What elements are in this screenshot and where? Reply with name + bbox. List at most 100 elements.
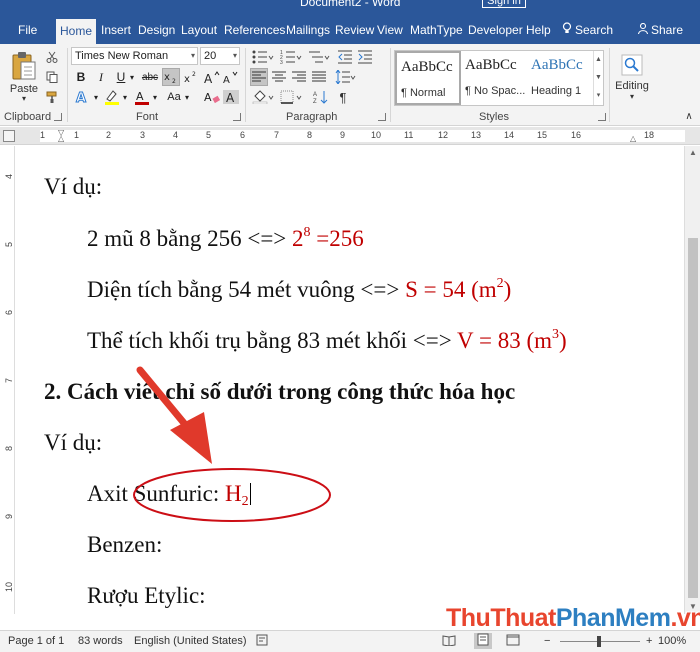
tab-design[interactable]: Design	[138, 19, 175, 44]
subscript-button[interactable]: x2	[162, 68, 180, 86]
tab-file[interactable]: File	[18, 19, 37, 44]
font-size-combo[interactable]: 20 ▾	[200, 47, 240, 65]
zoom-level[interactable]: 100%	[658, 635, 686, 647]
align-center-button[interactable]	[270, 68, 288, 86]
sort-button[interactable]: AZ	[312, 88, 330, 106]
format-painter-button[interactable]	[44, 89, 60, 105]
scroll-thumb[interactable]	[688, 238, 698, 598]
heading-text: 2. Cách viết chỉ số dưới trong công thức…	[44, 379, 516, 404]
justify-button[interactable]	[310, 68, 328, 86]
subscript-icon: x2	[164, 72, 176, 83]
tab-references[interactable]: References	[224, 19, 285, 44]
hanging-indent-marker[interactable]: △	[58, 134, 64, 143]
ruler-number: 6	[240, 130, 246, 140]
copy-button[interactable]	[44, 69, 60, 85]
font-launcher-icon[interactable]	[233, 113, 241, 121]
tab-layout[interactable]: Layout	[181, 19, 217, 44]
highlight-button[interactable]	[102, 88, 122, 106]
font-color-button[interactable]: A	[132, 88, 152, 106]
multilevel-list-button[interactable]	[306, 48, 332, 66]
right-indent-marker[interactable]: △	[630, 134, 636, 143]
page-count[interactable]: Page 1 of 1	[8, 635, 64, 647]
shading-button[interactable]	[250, 88, 276, 106]
document-page[interactable]: Ví dụ: 2 mũ 8 bằng 256 <=> 28 =256 Diện …	[16, 146, 684, 614]
word-count[interactable]: 83 words	[78, 635, 123, 647]
title-bar: Document2 - Word Sign in	[0, 0, 700, 14]
vertical-ruler[interactable]: 4 5 6 7 8 9 10	[3, 146, 15, 614]
zoom-slider-thumb[interactable]	[597, 636, 601, 647]
superscript-example: V = 83 (m3)	[457, 328, 567, 354]
horizontal-ruler[interactable]: ▽ △ 1 1 2 3 4 5 6 7 8 9 10 11 12 13 14 1…	[40, 128, 685, 143]
paragraph-text: Ví dụ:	[44, 430, 103, 455]
tab-home[interactable]: Home	[56, 19, 97, 44]
superscript-example: S = 54 (m2)	[405, 277, 512, 303]
font-color-icon: A	[135, 90, 149, 105]
paragraph-launcher-icon[interactable]	[378, 113, 386, 121]
chevron-down-icon[interactable]: ▾	[92, 88, 100, 106]
chevron-down-icon[interactable]: ▼	[594, 69, 603, 87]
italic-button[interactable]: I	[92, 68, 110, 86]
borders-button[interactable]	[278, 88, 304, 106]
red-text: H	[225, 481, 242, 506]
superscript-button[interactable]: x2	[182, 68, 200, 86]
collapse-ribbon-button[interactable]: ∧	[682, 110, 696, 122]
print-layout-icon[interactable]	[474, 633, 492, 649]
bullets-button[interactable]	[250, 48, 276, 66]
align-left-button[interactable]	[250, 68, 268, 86]
tell-me-search[interactable]: Search	[562, 19, 613, 44]
style-no-spacing[interactable]: AaBbCc ¶ No Spac...	[461, 51, 527, 105]
bold-glyph: B	[76, 70, 86, 84]
scroll-up-icon[interactable]: ▲	[689, 148, 697, 157]
clipboard-launcher-icon[interactable]	[54, 113, 62, 121]
more-styles-icon[interactable]: ▾	[594, 87, 603, 105]
zoom-in-icon[interactable]: +	[646, 635, 652, 647]
read-mode-icon[interactable]	[442, 634, 456, 649]
paintbrush-icon	[46, 91, 56, 103]
strikethrough-button[interactable]: abc	[139, 68, 161, 86]
bold-button[interactable]: B	[72, 68, 90, 86]
zoom-out-icon[interactable]: −	[544, 635, 550, 647]
ruler-number: 12	[438, 130, 449, 140]
tab-help[interactable]: Help	[526, 19, 551, 44]
style-normal[interactable]: AaBbCc ¶ Normal	[395, 51, 461, 105]
chevron-down-icon[interactable]: ▾	[183, 88, 191, 106]
tab-insert[interactable]: Insert	[101, 19, 131, 44]
chevron-down-icon[interactable]: ▾	[151, 88, 159, 106]
styles-launcher-icon[interactable]	[598, 113, 606, 121]
chevron-down-icon[interactable]: ▾	[128, 68, 136, 86]
style-heading-1[interactable]: AaBbCc Heading 1	[527, 51, 593, 105]
styles-scroll[interactable]: ▲ ▼ ▾	[593, 51, 603, 105]
sign-in-button[interactable]: Sign in	[482, 0, 526, 8]
align-right-button[interactable]	[290, 68, 308, 86]
red-text: )	[503, 277, 512, 302]
clear-formatting-button[interactable]: A	[203, 88, 221, 106]
tab-review[interactable]: Review	[335, 19, 374, 44]
cut-button[interactable]	[44, 49, 60, 65]
share-button[interactable]: Share	[637, 19, 683, 44]
character-shading-button[interactable]: A	[222, 88, 240, 106]
tab-view[interactable]: View	[377, 19, 403, 44]
tab-mathtype[interactable]: MathType	[410, 19, 463, 44]
grow-font-button[interactable]: A	[203, 68, 221, 86]
line-spacing-button[interactable]	[332, 68, 358, 86]
shrink-font-button[interactable]: A	[222, 68, 240, 86]
tab-mailings[interactable]: Mailings	[286, 19, 330, 44]
accessibility-icon[interactable]	[256, 634, 268, 649]
chevron-up-icon[interactable]: ▲	[594, 51, 603, 69]
chevron-down-icon[interactable]: ▾	[121, 88, 129, 106]
text-effects-button[interactable]: A	[72, 88, 94, 106]
increase-indent-button[interactable]	[356, 48, 374, 66]
change-case-button[interactable]: Aa	[163, 88, 185, 106]
font-name-combo[interactable]: Times New Roman ▾	[71, 47, 198, 65]
numbering-button[interactable]: 123	[278, 48, 304, 66]
web-layout-icon[interactable]	[506, 634, 520, 649]
language-indicator[interactable]: English (United States)	[134, 635, 247, 647]
show-hide-marks-button[interactable]: ¶	[334, 88, 352, 106]
editing-button[interactable]: Editing ▾	[614, 48, 650, 106]
vertical-scrollbar[interactable]: ▲ ▼	[684, 146, 700, 614]
tab-developer[interactable]: Developer	[468, 19, 523, 44]
align-left-icon	[252, 71, 266, 82]
paste-button[interactable]: Paste ▾	[6, 48, 42, 106]
decrease-indent-button[interactable]	[336, 48, 354, 66]
tab-selector[interactable]	[3, 130, 15, 142]
